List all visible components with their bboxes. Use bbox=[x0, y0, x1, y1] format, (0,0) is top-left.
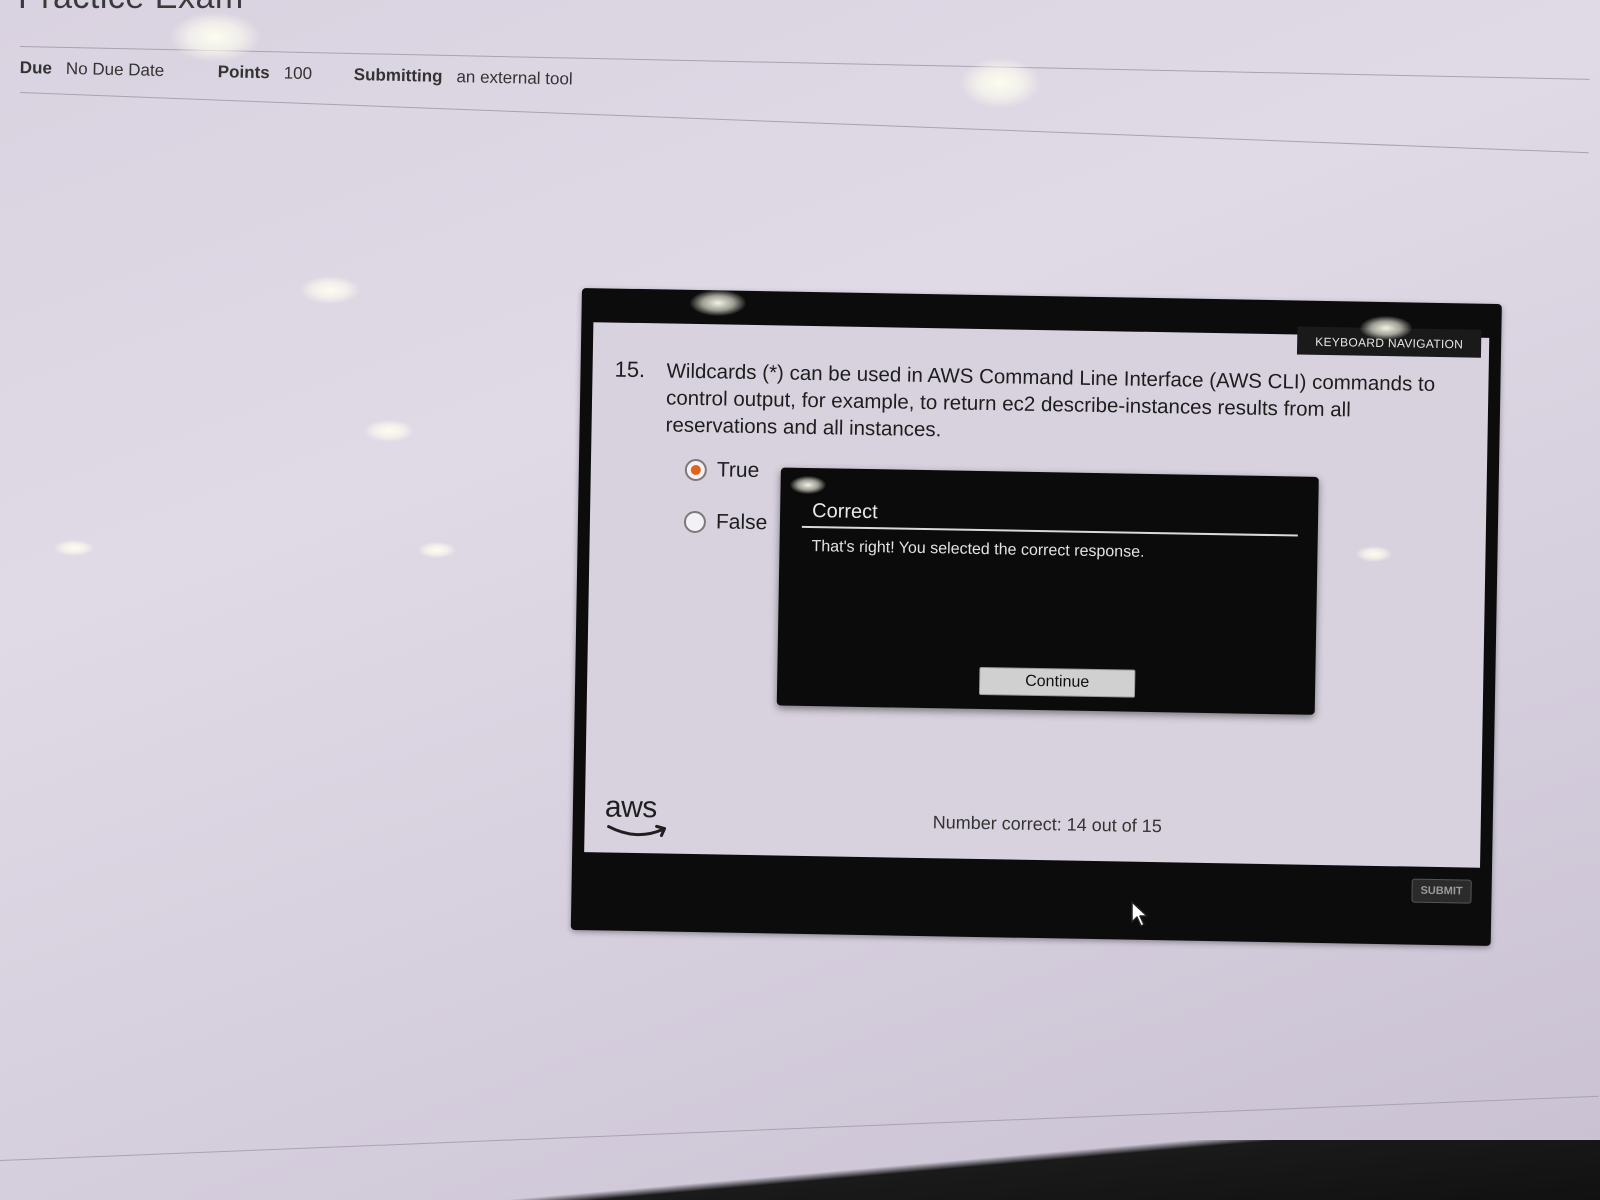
due-value: No Due Date bbox=[65, 58, 165, 81]
glare-reflection bbox=[300, 276, 360, 304]
submitting-label: Submitting bbox=[353, 64, 443, 86]
feedback-divider bbox=[801, 525, 1298, 537]
question-number: 15. bbox=[614, 356, 646, 383]
option-true[interactable]: True bbox=[684, 458, 760, 483]
continue-button[interactable]: Continue bbox=[978, 666, 1136, 698]
points-info: Points 100 bbox=[218, 62, 313, 84]
feedback-title: Correct bbox=[811, 500, 878, 524]
points-value: 100 bbox=[283, 63, 313, 84]
exam-player: KEYBOARD NAVIGATION 15. Wildcards (*) ca… bbox=[570, 288, 1502, 946]
question-stage: KEYBOARD NAVIGATION 15. Wildcards (*) ca… bbox=[584, 322, 1490, 868]
assignment-meta-bar: Due No Due Date Points 100 Submitting an ex… bbox=[19, 58, 1579, 131]
score-text: Number correct: 14 out of 15 bbox=[932, 812, 1162, 837]
due-label: Due bbox=[19, 58, 53, 78]
glare-reflection bbox=[418, 542, 456, 558]
option-true-label: True bbox=[716, 458, 760, 483]
radio-selected-icon[interactable] bbox=[684, 458, 708, 482]
aws-logo: aws bbox=[604, 790, 675, 841]
keyboard-navigation-button[interactable]: KEYBOARD NAVIGATION bbox=[1296, 326, 1482, 358]
submitting-info: Submitting an external tool bbox=[354, 65, 573, 90]
mouse-pointer-icon bbox=[1131, 901, 1148, 927]
question-text: Wildcards (*) can be used in AWS Command… bbox=[665, 359, 1436, 442]
screen-bezel bbox=[0, 1140, 1600, 1200]
due-info: Due No Due Date bbox=[20, 58, 165, 81]
points-label: Points bbox=[217, 62, 270, 83]
option-false[interactable]: False bbox=[683, 510, 768, 535]
submitting-value: an external tool bbox=[456, 67, 573, 89]
submit-button[interactable]: SUBMIT bbox=[1411, 878, 1472, 904]
glare-reflection bbox=[54, 540, 94, 556]
radio-unselected-icon[interactable] bbox=[683, 510, 707, 534]
feedback-message: That's right! You selected the correct r… bbox=[811, 538, 1145, 561]
feedback-dialog: Correct That's right! You selected the c… bbox=[776, 467, 1319, 715]
aws-smile-icon bbox=[607, 824, 667, 837]
page-title: Practice Exam bbox=[18, 0, 244, 17]
option-false-label: False bbox=[715, 510, 768, 535]
glare-reflection bbox=[364, 420, 414, 442]
glare-reflection bbox=[170, 12, 260, 62]
